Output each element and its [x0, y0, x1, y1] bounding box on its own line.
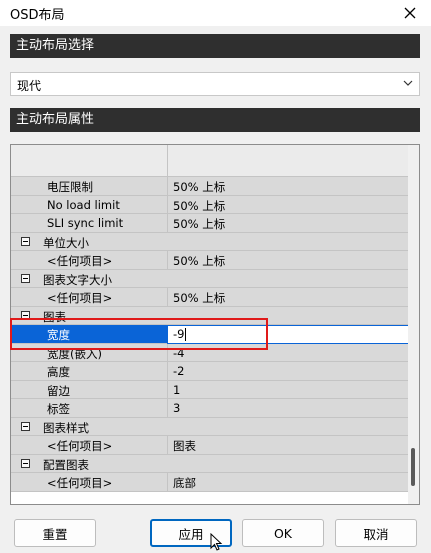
property-value-cell[interactable] — [167, 473, 409, 492]
property-label: 标签 — [47, 402, 70, 416]
property-value-cell[interactable] — [167, 399, 409, 418]
property-row[interactable]: <任何项目> 图表 — [11, 436, 409, 455]
property-row[interactable]: No load limit 50% 上标 — [11, 195, 409, 214]
property-value-cell[interactable] — [167, 436, 409, 455]
annotation-highlight-box — [10, 318, 268, 350]
property-name-cell — [11, 362, 167, 381]
layout-select-value: 现代 — [17, 79, 42, 93]
property-label: 高度 — [47, 365, 70, 379]
property-label: <任何项目> — [47, 291, 113, 305]
property-row[interactable]: 高度 -2 — [11, 362, 409, 381]
property-category-row[interactable]: 图表样式 — [11, 417, 409, 436]
property-label: 图表文字大小 — [43, 272, 112, 287]
osd-layout-dialog: OSD布局 主动布局选择 现代 主动布局属性 电压限制 50% 上标 No load… — [0, 0, 431, 553]
close-button[interactable] — [395, 1, 425, 25]
minus-box-icon[interactable] — [21, 421, 30, 431]
property-value: 底部 — [173, 476, 196, 490]
property-category-row[interactable]: 图表文字大小 — [11, 269, 409, 288]
mouse-pointer-icon — [210, 533, 223, 551]
property-name-cell — [11, 399, 167, 418]
reset-button[interactable]: 重置 — [14, 519, 96, 547]
title-bar[interactable]: OSD布局 — [0, 0, 431, 26]
property-value: 50% 上标 — [173, 180, 226, 194]
property-value: 50% 上标 — [173, 291, 226, 305]
property-row[interactable]: SLI sync limit 50% 上标 — [11, 214, 409, 233]
property-name-cell — [11, 145, 167, 177]
section-header-layout-props: 主动布局属性 — [10, 108, 420, 132]
cancel-button[interactable]: 取消 — [335, 519, 417, 547]
vertical-scrollbar[interactable] — [408, 145, 419, 504]
property-category-row[interactable]: 单位大小 — [11, 232, 409, 251]
property-value: 50% 上标 — [173, 254, 226, 268]
section-props-label: 主动布局属性 — [16, 112, 95, 127]
minus-box-icon[interactable] — [21, 458, 30, 468]
property-value: 1 — [173, 382, 181, 397]
property-value-cell[interactable] — [167, 380, 409, 399]
minus-box-icon[interactable] — [21, 236, 30, 246]
property-label: <任何项目> — [47, 254, 113, 268]
property-value: -2 — [173, 364, 185, 378]
property-label: <任何项目> — [47, 476, 113, 490]
property-row[interactable]: <任何项目> 底部 — [11, 473, 409, 492]
property-category-row[interactable]: 配置图表 — [11, 454, 409, 473]
property-row[interactable] — [11, 145, 409, 177]
property-row[interactable]: <任何项目> 50% 上标 — [11, 251, 409, 270]
property-value-cell[interactable] — [167, 145, 409, 177]
section-header-layout-select: 主动布局选择 — [10, 34, 420, 58]
property-row[interactable]: 留边 1 — [11, 380, 409, 399]
property-value: 图表 — [173, 439, 196, 453]
property-label: 留边 — [47, 383, 70, 398]
property-label: 电压限制 — [47, 180, 93, 194]
minus-box-icon[interactable] — [21, 273, 30, 283]
property-label: <任何项目> — [47, 439, 113, 453]
property-row[interactable]: 标签 3 — [11, 399, 409, 418]
section-layout-label: 主动布局选择 — [16, 38, 95, 53]
property-label: 单位大小 — [43, 235, 89, 250]
property-label: 配置图表 — [43, 457, 89, 472]
property-label: 图表样式 — [43, 420, 89, 435]
property-value: 50% 上标 — [173, 198, 226, 213]
property-label: No load limit — [47, 197, 120, 212]
property-name-cell — [11, 380, 167, 399]
property-row[interactable]: 电压限制 50% 上标 — [11, 177, 409, 196]
property-row[interactable]: <任何项目> 50% 上标 — [11, 288, 409, 307]
window-title: OSD布局 — [10, 8, 65, 23]
property-value: 50% 上标 — [173, 217, 226, 231]
layout-select[interactable]: 现代 — [10, 72, 420, 96]
ok-button[interactable]: OK — [242, 519, 324, 547]
property-value-cell[interactable] — [167, 362, 409, 381]
property-label: SLI sync limit — [47, 216, 124, 230]
property-value: 3 — [173, 401, 181, 415]
chevron-down-icon — [402, 77, 414, 92]
scrollbar-thumb[interactable] — [411, 448, 415, 486]
close-icon — [404, 7, 416, 19]
